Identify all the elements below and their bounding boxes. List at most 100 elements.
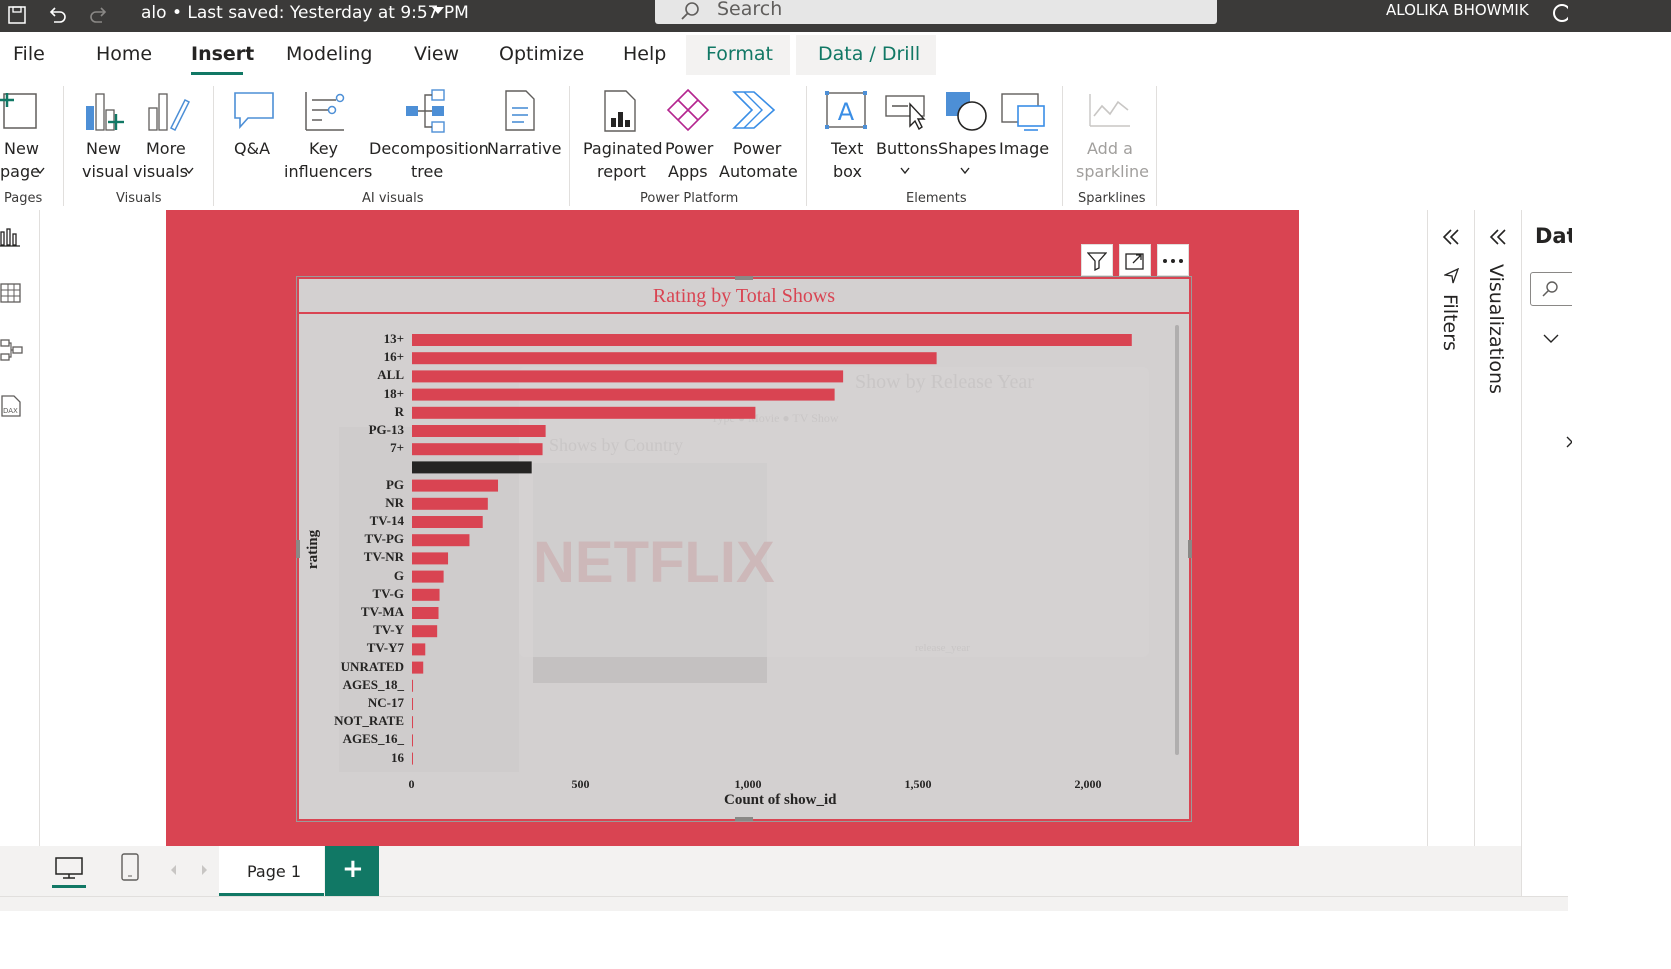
bar-chart-visual[interactable]: Show by Release Year Type ● Movie ● TV S…: [299, 279, 1189, 819]
decomposition-label-1[interactable]: Decomposition: [369, 137, 489, 160]
text-box-label-2[interactable]: box: [833, 160, 862, 183]
new-visual-label-1[interactable]: New: [86, 137, 121, 160]
shapes-label[interactable]: Shapes: [938, 137, 996, 160]
menu-insert[interactable]: Insert: [191, 43, 254, 65]
more-visuals-label-1[interactable]: More: [146, 137, 186, 160]
menu-data-drill[interactable]: Data / Drill: [818, 43, 920, 65]
chevron-down-icon[interactable]: [184, 167, 194, 175]
menu-view[interactable]: View: [414, 43, 459, 65]
resize-handle-bottom[interactable]: [735, 817, 753, 821]
desktop-layout-icon[interactable]: [54, 856, 84, 880]
scroll-right-icon[interactable]: [198, 864, 210, 876]
undo-icon[interactable]: [46, 4, 68, 26]
chevron-down-icon[interactable]: [960, 167, 970, 175]
resize-handle-right[interactable]: [1188, 540, 1192, 558]
new-visual-label-2[interactable]: visual: [82, 160, 129, 183]
more-options-button[interactable]: [1157, 244, 1189, 276]
bar-TV-14[interactable]: [412, 516, 483, 528]
user-name[interactable]: ALOLIKA BHOWMIK: [1386, 1, 1529, 19]
qa-label[interactable]: Q&A: [234, 137, 270, 160]
account-icon[interactable]: [1548, 2, 1568, 24]
bar-PG[interactable]: [412, 479, 499, 492]
paginated-label-1[interactable]: Paginated: [583, 137, 663, 160]
key-influencers-icon[interactable]: [302, 88, 348, 134]
text-box-icon[interactable]: A: [824, 90, 868, 130]
power-apps-icon[interactable]: [666, 88, 710, 132]
decomposition-label-2[interactable]: tree: [411, 160, 443, 183]
new-page-label-2[interactable]: page: [0, 160, 40, 183]
filters-pane[interactable]: Filters: [1427, 210, 1474, 846]
menu-home[interactable]: Home: [96, 43, 152, 65]
bar-AGES_16_[interactable]: [412, 734, 413, 747]
bar-18+[interactable]: [412, 388, 835, 401]
power-automate-icon[interactable]: [732, 90, 778, 130]
new-visual-icon[interactable]: [82, 88, 126, 134]
buttons-icon[interactable]: [884, 90, 928, 130]
menu-format[interactable]: Format: [706, 43, 773, 65]
filters-label[interactable]: Filters: [1439, 294, 1461, 351]
menu-help[interactable]: Help: [623, 43, 666, 65]
bar-NR[interactable]: [412, 497, 488, 510]
bar-R[interactable]: [412, 406, 756, 419]
bar-TV-G[interactable]: [412, 588, 440, 601]
visual-scrollbar[interactable]: [1175, 325, 1179, 755]
mobile-layout-icon[interactable]: [120, 852, 140, 882]
tab-page-1[interactable]: Page 1: [219, 846, 324, 896]
bar-TV-PG[interactable]: [412, 534, 470, 547]
key-influencers-label-1[interactable]: Key: [309, 137, 338, 160]
bar-TV-Y[interactable]: [412, 625, 438, 638]
chevron-right-icon[interactable]: [1566, 436, 1572, 448]
buttons-label[interactable]: Buttons: [876, 137, 938, 160]
add-page-button[interactable]: +: [325, 846, 379, 896]
qa-icon[interactable]: [232, 90, 276, 132]
chevron-down-icon[interactable]: [431, 6, 445, 16]
search-box[interactable]: Search: [655, 0, 1217, 24]
model-view-icon[interactable]: [0, 338, 24, 362]
bar-PG-13[interactable]: [412, 425, 546, 437]
bar-13+[interactable]: [412, 334, 1132, 346]
data-pane[interactable]: Dat: [1521, 210, 1572, 900]
save-icon[interactable]: [6, 4, 28, 26]
bar-7+[interactable]: [412, 443, 543, 456]
image-label[interactable]: Image: [999, 137, 1049, 160]
new-page-label-1[interactable]: New: [4, 137, 39, 160]
bar-TV-MA[interactable]: [412, 607, 439, 619]
bar-NOT_RATE[interactable]: [412, 716, 414, 729]
new-page-icon[interactable]: [0, 90, 42, 132]
bar-ALL[interactable]: [412, 370, 844, 383]
dax-query-icon[interactable]: DAX: [0, 394, 22, 418]
visualizations-pane[interactable]: Visualizations: [1474, 210, 1521, 846]
scroll-left-icon[interactable]: [168, 864, 180, 876]
bar-TV-NR[interactable]: [412, 552, 449, 565]
text-box-label-1[interactable]: Text: [831, 137, 863, 160]
power-automate-label-1[interactable]: Power: [733, 137, 781, 160]
bar-G[interactable]: [412, 570, 444, 583]
chevron-down-icon[interactable]: [35, 167, 45, 175]
menu-file[interactable]: File: [13, 43, 45, 65]
bar-16+[interactable]: [412, 352, 937, 365]
visualizations-label[interactable]: Visualizations: [1485, 264, 1507, 394]
power-apps-label-2[interactable]: Apps: [668, 160, 708, 183]
focus-mode-button[interactable]: [1119, 244, 1151, 276]
collapse-chevrons-icon[interactable]: [1488, 228, 1508, 246]
chevron-down-icon[interactable]: [1542, 332, 1562, 346]
decomposition-tree-icon[interactable]: [404, 88, 448, 134]
bar-UNRATED[interactable]: [412, 661, 424, 674]
paginated-label-2[interactable]: report: [597, 160, 646, 183]
shapes-icon[interactable]: [944, 90, 988, 132]
chevron-down-icon[interactable]: [900, 167, 910, 175]
data-search-input[interactable]: [1530, 272, 1572, 306]
key-influencers-label-2[interactable]: influencers: [284, 160, 372, 183]
menu-optimize[interactable]: Optimize: [499, 43, 584, 65]
bar-16[interactable]: [412, 752, 413, 765]
collapse-chevrons-icon[interactable]: [1441, 228, 1461, 246]
bar-AGES_18_[interactable]: [412, 679, 414, 692]
more-visuals-label-2[interactable]: visuals: [133, 160, 188, 183]
bar-blank[interactable]: [412, 461, 532, 474]
bar-NC-17[interactable]: [412, 698, 414, 710]
more-visuals-icon[interactable]: [145, 88, 191, 134]
document-title[interactable]: alo • Last saved: Yesterday at 9:57 PM: [141, 3, 469, 23]
power-apps-label-1[interactable]: Power: [665, 137, 713, 160]
narrative-label[interactable]: Narrative: [487, 137, 561, 160]
image-icon[interactable]: [1000, 90, 1046, 132]
